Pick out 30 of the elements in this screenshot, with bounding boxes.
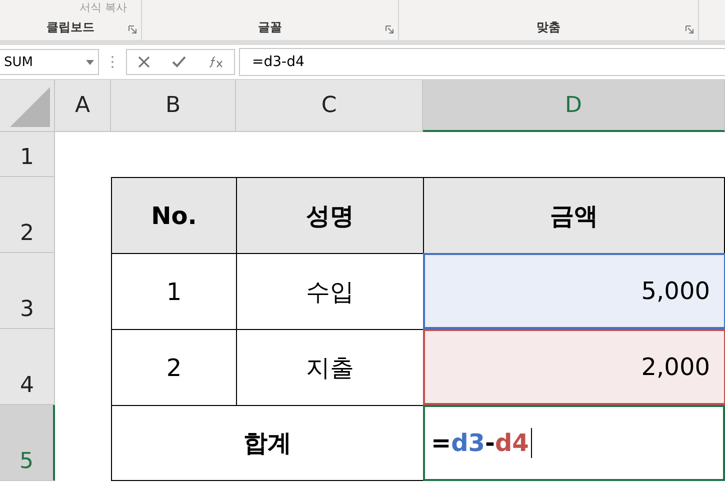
function-icon[interactable] bbox=[208, 56, 223, 68]
name-box[interactable]: SUM bbox=[0, 49, 99, 75]
column-header[interactable]: D bbox=[423, 80, 725, 132]
dialog-launcher-icon[interactable] bbox=[685, 25, 694, 34]
row-header[interactable]: 2 bbox=[0, 177, 55, 253]
table-cell: 2 bbox=[111, 329, 236, 405]
active-cell-editor[interactable]: =d3-d4 bbox=[423, 405, 725, 481]
dialog-launcher-icon[interactable] bbox=[128, 25, 137, 34]
row-header[interactable]: 5 bbox=[0, 405, 55, 481]
table-cell: 2,000 bbox=[423, 329, 725, 405]
row-header[interactable]: 3 bbox=[0, 253, 55, 329]
dialog-launcher-icon[interactable] bbox=[385, 25, 394, 34]
column-header[interactable]: B bbox=[111, 80, 236, 132]
table-cell: 1 bbox=[111, 253, 236, 329]
ribbon-group-label: 글꼴 bbox=[258, 19, 282, 36]
table-header: No. bbox=[111, 177, 236, 253]
check-icon[interactable] bbox=[172, 56, 186, 68]
row-header[interactable]: 1 bbox=[0, 132, 55, 177]
table-header: 성명 bbox=[236, 177, 423, 253]
ribbon-group-label: 클립보드 bbox=[46, 19, 94, 36]
column-header[interactable]: C bbox=[236, 80, 423, 132]
column-header[interactable]: A bbox=[55, 80, 111, 132]
table-header: 금액 bbox=[423, 177, 725, 253]
formula-input[interactable]: =d3-d4 bbox=[239, 48, 725, 76]
more-icon bbox=[111, 55, 114, 69]
row-header[interactable]: 4 bbox=[0, 329, 55, 405]
table-cell: 5,000 bbox=[423, 253, 725, 329]
table-cell: 합계 bbox=[111, 405, 423, 481]
cancel-icon[interactable] bbox=[138, 56, 150, 68]
ribbon-group-label: 맞춤 bbox=[536, 19, 560, 36]
